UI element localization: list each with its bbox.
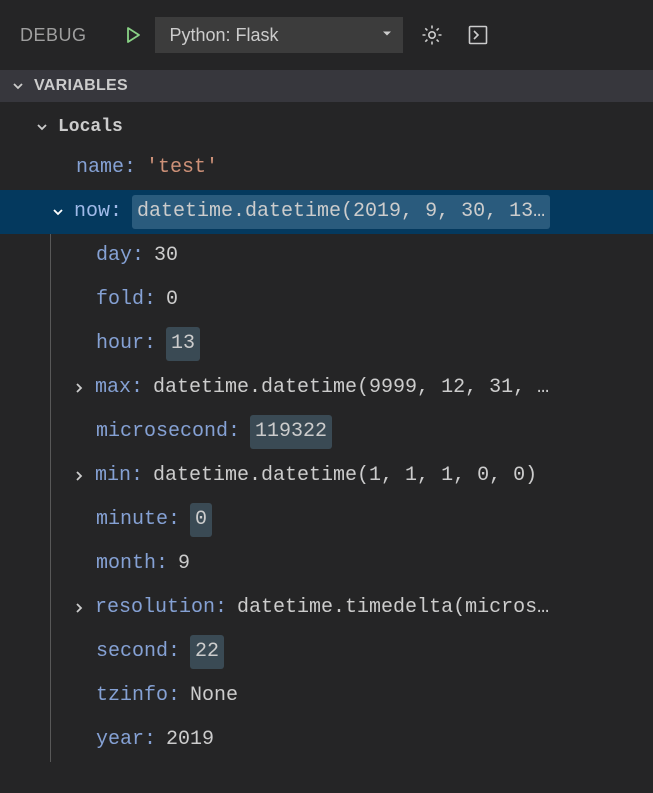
var-value: datetime.datetime(2019, 9, 30, 13…	[132, 195, 550, 229]
var-min[interactable]: min: datetime.datetime(1, 1, 1, 0, 0)	[51, 454, 653, 498]
toolbar-title: DEBUG	[20, 25, 87, 46]
var-value: 30	[154, 240, 178, 272]
var-key: second:	[96, 636, 180, 668]
var-microsecond[interactable]: microsecond: 119322	[51, 410, 653, 454]
var-value: datetime.datetime(9999, 12, 31, …	[153, 372, 549, 404]
var-month[interactable]: month: 9	[51, 542, 653, 586]
var-key: name:	[76, 152, 136, 184]
var-value: 119322	[250, 415, 332, 449]
debug-console-icon[interactable]	[461, 18, 495, 52]
var-key: year:	[96, 724, 156, 756]
var-value: datetime.timedelta(micros…	[237, 592, 549, 624]
chevron-down-icon	[48, 202, 68, 222]
variables-tree: Locals name: 'test' now: datetime.dateti…	[0, 102, 653, 762]
chevron-right-icon	[69, 378, 89, 398]
var-key: max:	[95, 372, 143, 404]
start-debug-icon[interactable]	[123, 25, 143, 45]
chevron-down-icon	[32, 117, 52, 137]
chevron-right-icon	[69, 598, 89, 618]
var-day[interactable]: day: 30	[51, 234, 653, 278]
var-value: 9	[178, 548, 190, 580]
var-key: month:	[96, 548, 168, 580]
var-value: 0	[166, 284, 178, 316]
var-tzinfo[interactable]: tzinfo: None	[51, 674, 653, 718]
config-label: Python: Flask	[170, 25, 279, 46]
chevron-down-icon	[8, 76, 28, 96]
var-key: fold:	[96, 284, 156, 316]
var-value: 22	[190, 635, 224, 669]
debug-toolbar: DEBUG Python: Flask	[0, 0, 653, 70]
var-key: now:	[74, 196, 122, 228]
settings-icon[interactable]	[415, 18, 449, 52]
var-name[interactable]: name: 'test'	[0, 146, 653, 190]
var-key: resolution:	[95, 592, 227, 624]
var-value: datetime.datetime(1, 1, 1, 0, 0)	[153, 460, 537, 492]
var-key: tzinfo:	[96, 680, 180, 712]
var-second[interactable]: second: 22	[51, 630, 653, 674]
var-max[interactable]: max: datetime.datetime(9999, 12, 31, …	[51, 366, 653, 410]
var-year[interactable]: year: 2019	[51, 718, 653, 762]
var-now[interactable]: now: datetime.datetime(2019, 9, 30, 13…	[0, 190, 653, 234]
locals-label: Locals	[58, 113, 123, 142]
var-key: microsecond:	[96, 416, 240, 448]
var-value: None	[190, 680, 238, 712]
locals-scope[interactable]: Locals	[0, 108, 653, 146]
var-key: hour:	[96, 328, 156, 360]
chevron-right-icon	[69, 466, 89, 486]
variables-label: VARIABLES	[34, 77, 128, 95]
var-key: day:	[96, 240, 144, 272]
var-key: minute:	[96, 504, 180, 536]
var-value: 0	[190, 503, 212, 537]
var-minute[interactable]: minute: 0	[51, 498, 653, 542]
dropdown-arrow-icon	[380, 25, 394, 46]
var-value: 'test'	[146, 152, 218, 184]
debug-config-select[interactable]: Python: Flask	[155, 17, 403, 53]
var-value: 2019	[166, 724, 214, 756]
var-value: 13	[166, 327, 200, 361]
var-fold[interactable]: fold: 0	[51, 278, 653, 322]
var-key: min:	[95, 460, 143, 492]
var-resolution[interactable]: resolution: datetime.timedelta(micros…	[51, 586, 653, 630]
variables-section-header[interactable]: VARIABLES	[0, 70, 653, 102]
var-hour[interactable]: hour: 13	[51, 322, 653, 366]
